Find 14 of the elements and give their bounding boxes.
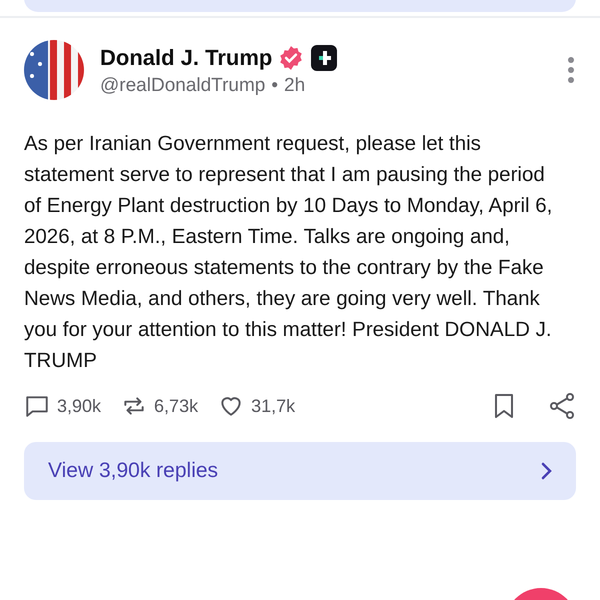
like-button[interactable]: 31,7k bbox=[218, 393, 296, 419]
repost-button[interactable]: 6,73k bbox=[121, 393, 198, 419]
separator-dot: • bbox=[271, 74, 278, 96]
share-icon[interactable] bbox=[548, 392, 576, 420]
reply-button[interactable]: 3,90k bbox=[24, 393, 102, 419]
post-time: 2h bbox=[284, 74, 306, 96]
view-replies-button[interactable]: View 3,90k replies bbox=[24, 442, 576, 500]
more-options-icon[interactable] bbox=[566, 56, 576, 84]
post-text: As per Iranian Government request, please let this statement serve to represent that I am pausing the period of Energy Plant destruction by 10 Days to Monday, April 6, 2026, at 8 P.M., Eastern Time. Talks are ongoing and, despite erroneous statements to the contrary by the Fake News Media, and others, they are going very well. Thank you for your attention to this matter! President DONALD J. TRUMP bbox=[24, 131, 554, 374]
chevron-right-icon bbox=[540, 461, 554, 481]
user-handle: @realDonaldTrump bbox=[100, 74, 266, 96]
bookmark-icon[interactable] bbox=[492, 393, 516, 419]
author-name[interactable]: Donald J. Trump bbox=[100, 44, 272, 70]
plus-badge-icon bbox=[310, 44, 338, 72]
